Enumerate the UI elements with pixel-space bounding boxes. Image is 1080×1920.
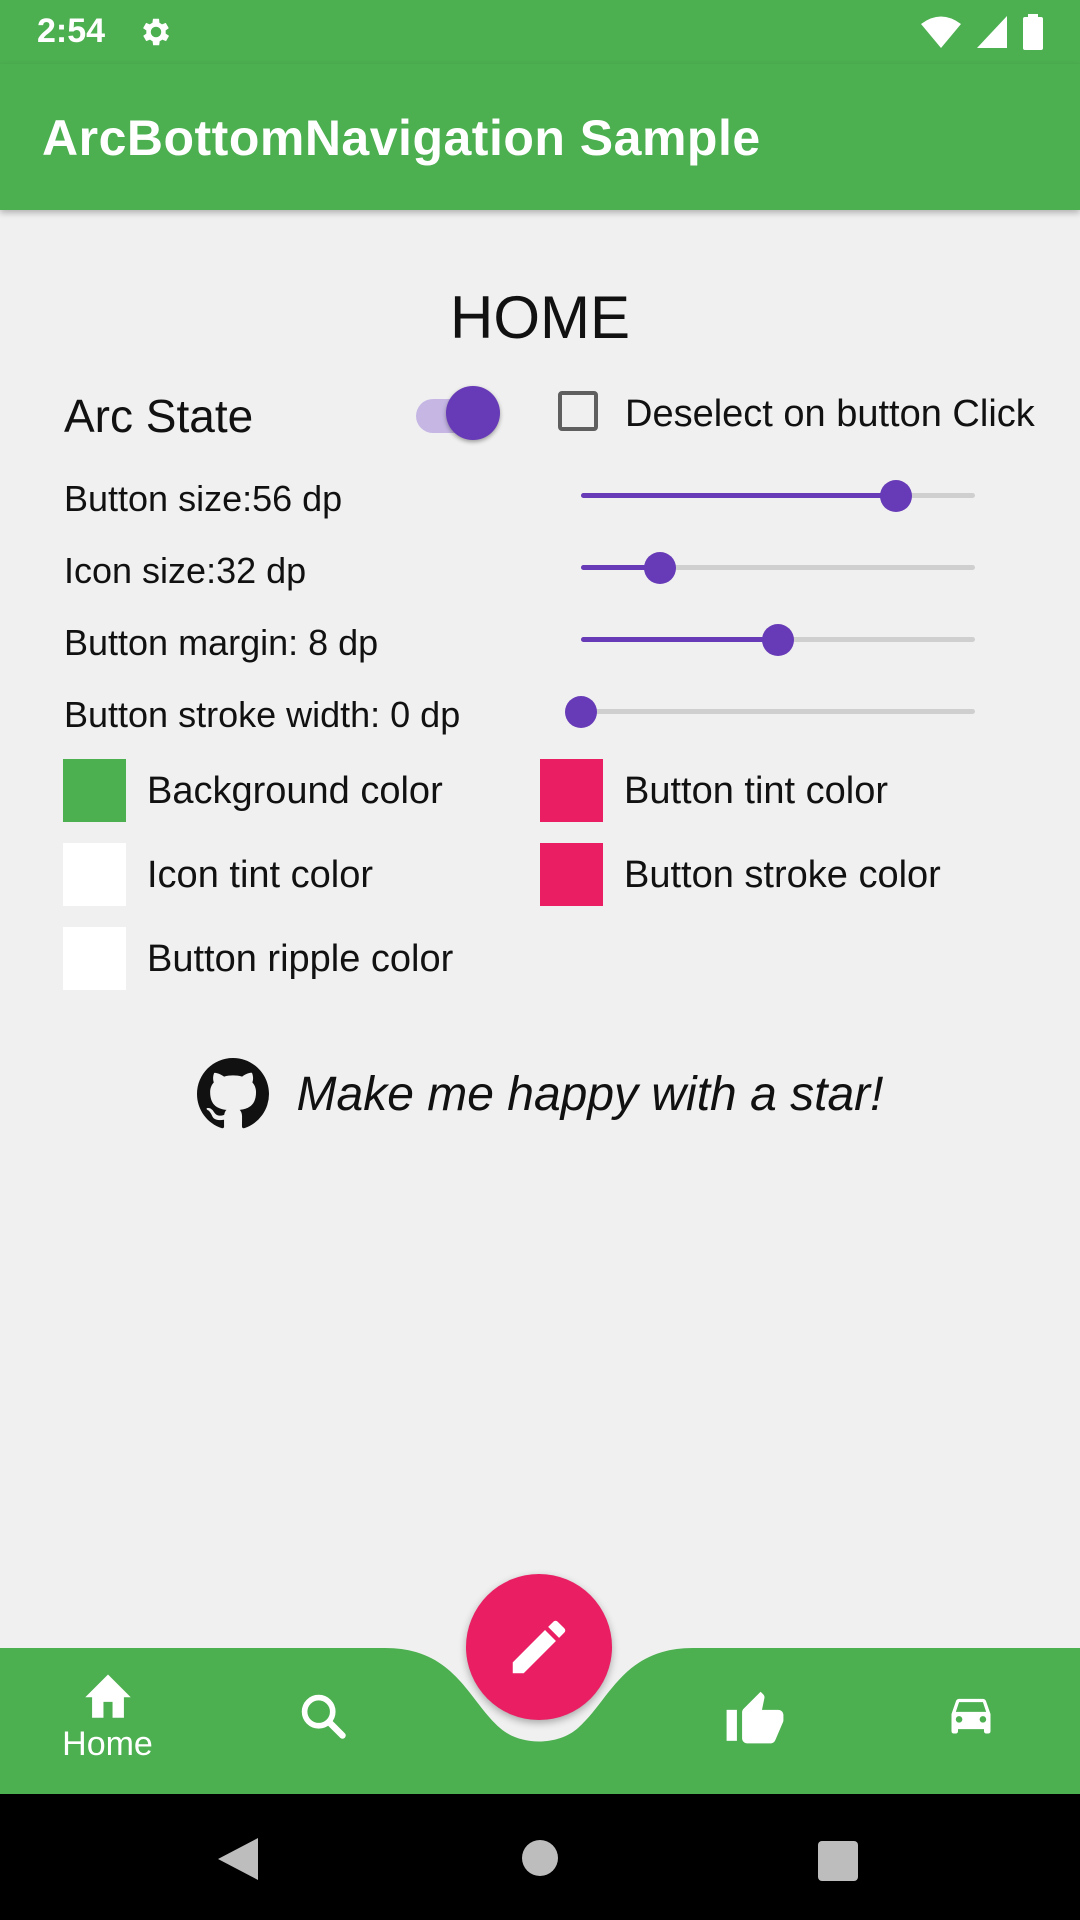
home-circle-icon[interactable] <box>521 1839 559 1877</box>
deselect-checkbox-label: Deselect on button Click <box>625 393 1035 435</box>
slider-track <box>581 709 975 714</box>
search-icon <box>301 1694 346 1739</box>
slider-thumb[interactable] <box>644 552 676 584</box>
page-title: HOME <box>450 284 630 351</box>
background-color-label: Background color <box>147 770 443 812</box>
slider-thumb[interactable] <box>880 480 912 512</box>
nav-item-car[interactable] <box>940 1688 1002 1745</box>
arc-state-label: Arc State <box>64 390 254 442</box>
icon-tint-color-swatch[interactable] <box>63 843 126 906</box>
deselect-checkbox[interactable] <box>558 391 598 431</box>
button-margin-label: Button margin: 8 dp <box>64 622 379 663</box>
status-bar: 2:54 <box>0 0 1080 64</box>
edit-fab-button[interactable] <box>466 1574 612 1720</box>
button-tint-color-swatch[interactable] <box>540 759 603 822</box>
nav-item-home[interactable]: Home <box>40 1670 175 1764</box>
button-tint-color-label: Button tint color <box>624 770 889 812</box>
switch-thumb <box>446 386 500 440</box>
pencil-icon <box>512 1620 566 1674</box>
nav-label-home: Home <box>62 1725 153 1763</box>
button-size-slider[interactable] <box>581 476 975 516</box>
nav-item-like[interactable] <box>720 1686 790 1749</box>
star-text: Make me happy with a star! <box>296 1067 884 1121</box>
button-stroke-color-label: Button stroke color <box>624 854 941 896</box>
wifi-icon <box>921 16 961 48</box>
button-stroke-color-swatch[interactable] <box>540 843 603 906</box>
app-bar: ArcBottomNavigation Sample <box>0 64 1080 210</box>
cell-signal-icon <box>977 16 1007 48</box>
button-size-label: Button size:56 dp <box>64 478 343 519</box>
nav-item-search[interactable] <box>288 1690 358 1747</box>
status-time: 2:54 <box>37 12 106 50</box>
github-star-link[interactable]: Make me happy with a star! <box>0 1058 1080 1130</box>
icon-size-label: Icon size:32 dp <box>64 550 307 591</box>
recents-square-icon[interactable] <box>818 1841 858 1881</box>
icon-tint-color-label: Icon tint color <box>147 854 373 896</box>
system-navigation-bar <box>0 1794 1080 1920</box>
slider-fill <box>581 637 778 642</box>
background-color-swatch[interactable] <box>63 759 126 822</box>
button-stroke-width-label: Button stroke width: 0 dp <box>64 694 461 735</box>
app-title: ArcBottomNavigation Sample <box>42 110 761 166</box>
button-ripple-color-label: Button ripple color <box>147 938 454 980</box>
arc-state-switch[interactable] <box>416 386 500 442</box>
slider-thumb[interactable] <box>565 696 597 728</box>
back-icon[interactable] <box>216 1836 260 1882</box>
button-stroke-width-slider[interactable] <box>565 692 975 732</box>
button-margin-slider[interactable] <box>581 620 975 660</box>
slider-thumb[interactable] <box>762 624 794 656</box>
thumb-up-icon <box>726 1691 784 1744</box>
home-icon <box>84 1674 131 1718</box>
settings-gear-icon <box>143 18 170 46</box>
car-icon <box>951 1698 991 1734</box>
github-icon <box>196 1058 269 1129</box>
button-ripple-color-swatch[interactable] <box>63 927 126 990</box>
icon-size-slider[interactable] <box>581 548 975 588</box>
battery-icon <box>1023 14 1043 50</box>
slider-fill <box>581 493 896 498</box>
